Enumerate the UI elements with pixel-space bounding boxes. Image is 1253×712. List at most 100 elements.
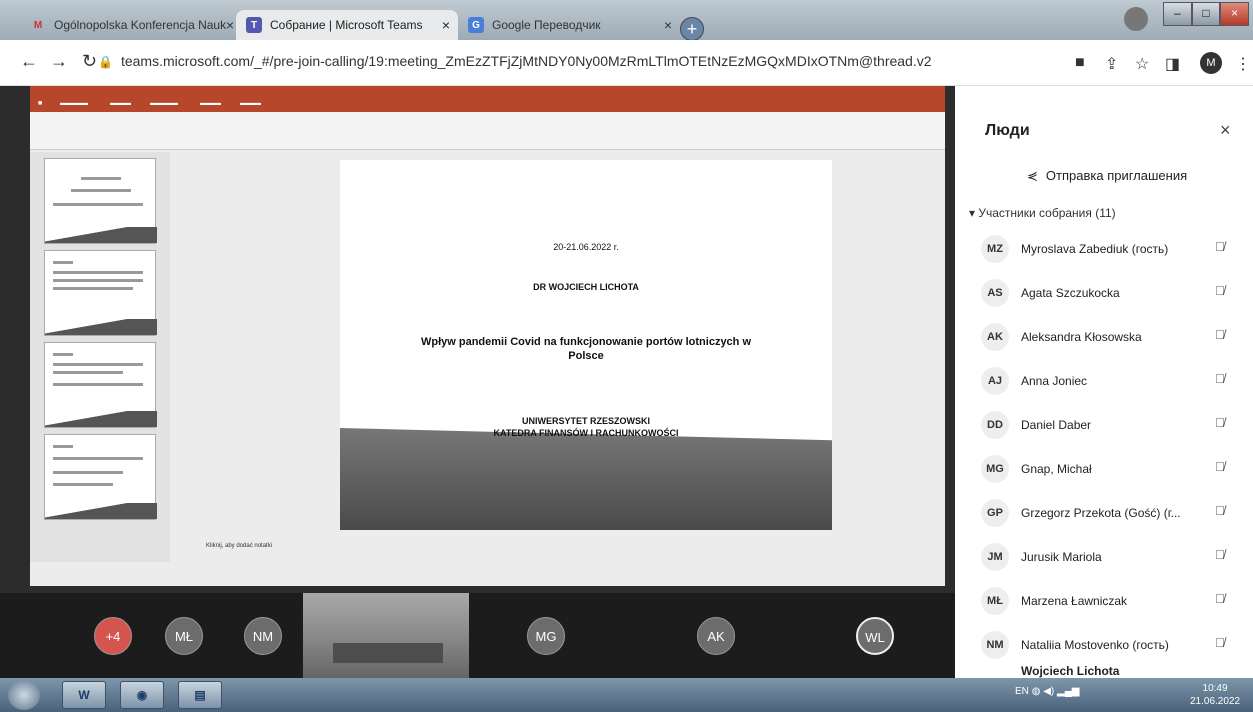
tab-label: Ogólnopolska Konferencja Nauk bbox=[54, 18, 227, 32]
menu-dots-icon[interactable]: ⋮ bbox=[1235, 54, 1251, 74]
mic-muted-icon: 🎙̸ bbox=[1215, 415, 1225, 430]
windows-taskbar: W ◉ ▤ EN ◍ ◀) ▂▄▆ 10:49 21.06.2022 bbox=[0, 678, 1253, 712]
mic-muted-icon: 🎙̸ bbox=[1215, 591, 1225, 606]
close-window-button[interactable]: × bbox=[1220, 2, 1250, 26]
participant-row[interactable]: GP Grzegorz Przekota (Gość) (г... 🎙̸ bbox=[981, 493, 1241, 533]
chrome-profile-icon[interactable] bbox=[1124, 7, 1148, 31]
forward-arrow-icon[interactable]: → bbox=[50, 51, 68, 72]
mic-muted-icon: 🎙̸ bbox=[1215, 239, 1225, 254]
gmail-icon: M bbox=[33, 19, 43, 31]
participant-avatar[interactable]: WL bbox=[856, 617, 894, 655]
slide-date: 20-21.06.2022 r. bbox=[553, 242, 619, 252]
url-field[interactable]: 🔒 teams.microsoft.com/_#/pre-join-calling… bbox=[98, 53, 932, 69]
people-panel: Люди × ⋞ Отправка приглашения ▾ Участники… bbox=[955, 86, 1253, 678]
tab-teams-meeting[interactable]: T Собрание | Microsoft Teams × bbox=[236, 10, 458, 40]
profile-avatar[interactable]: M bbox=[1200, 52, 1222, 74]
slide-university: UNIWERSYTET RZESZOWSKI bbox=[522, 416, 650, 426]
participant-name: Nataliia Mostovenko (гость) bbox=[1021, 638, 1169, 652]
lock-icon: 🔒 bbox=[98, 55, 113, 69]
url-text: teams.microsoft.com/_#/pre-join-calling/… bbox=[120, 53, 932, 69]
avatar: DD bbox=[981, 411, 1009, 439]
ribbon-tab: ▬▬▬▬ bbox=[150, 100, 178, 107]
tab-label: Собрание | Microsoft Teams bbox=[270, 18, 423, 32]
camera-icon[interactable]: ■ bbox=[1075, 54, 1085, 72]
slide-thumbnail[interactable] bbox=[44, 250, 157, 336]
clock-date: 21.06.2022 bbox=[1190, 696, 1241, 707]
shared-screen: ■ ▬▬▬▬ ▬▬▬ ▬▬▬▬ ▬▬▬ ▬▬▬ 20-21.06.2022 r.… bbox=[0, 86, 955, 593]
start-button[interactable] bbox=[8, 680, 40, 710]
mic-muted-icon: 🎙̸ bbox=[1215, 283, 1225, 298]
participant-video-tile[interactable] bbox=[303, 593, 469, 678]
reload-icon[interactable]: ↻ bbox=[82, 51, 97, 72]
participant-row[interactable]: AK Aleksandra Kłosowska 🎙̸ bbox=[981, 317, 1241, 357]
avatar: NM bbox=[981, 631, 1009, 659]
participant-row[interactable]: MZ Myroslava Zabediuk (гость) 🎙̸ bbox=[981, 229, 1241, 269]
slide-thumbnail[interactable] bbox=[44, 158, 157, 244]
slide-thumbnail[interactable] bbox=[44, 342, 157, 428]
tab-google-translate[interactable]: G Google Переводчик × bbox=[458, 10, 680, 40]
slide-thumbnail[interactable] bbox=[44, 434, 157, 520]
avatar: AS bbox=[981, 279, 1009, 307]
participant-row[interactable]: MG Gnap, Michał 🎙̸ bbox=[981, 449, 1241, 489]
participant-row[interactable]: AJ Anna Joniec 🎙̸ bbox=[981, 361, 1241, 401]
teams-icon: T bbox=[246, 17, 262, 33]
participant-row[interactable]: DD Daniel Daber 🎙̸ bbox=[981, 405, 1241, 445]
slide-title-line1: Wpływ pandemii Covid na funkcjonowanie p… bbox=[420, 336, 752, 348]
participant-name: Gnap, Michał bbox=[1021, 462, 1092, 476]
mic-muted-icon: 🎙̸ bbox=[1215, 503, 1225, 518]
participant-name: Jurusik Mariola bbox=[1021, 550, 1102, 564]
ribbon-body bbox=[30, 112, 945, 150]
invite-label: Отправка приглашения bbox=[1045, 168, 1188, 183]
close-icon[interactable]: × bbox=[442, 17, 450, 33]
participant-name: Agata Szczukocka bbox=[1021, 286, 1120, 300]
ribbon-tab: ▬▬▬ bbox=[110, 100, 131, 107]
tab-conference-mail[interactable]: M Ogólnopolska Konferencja Nauk × bbox=[20, 10, 242, 40]
ribbon-tab: ▬▬▬▬ bbox=[60, 100, 88, 107]
mic-muted-icon: 🎙̸ bbox=[1215, 371, 1225, 386]
network-icon[interactable]: ◍ bbox=[1032, 686, 1044, 697]
new-tab-button[interactable]: + bbox=[680, 17, 704, 41]
volume-icon[interactable]: ◀) bbox=[1043, 686, 1057, 697]
word-taskbar-button[interactable]: W bbox=[62, 681, 106, 709]
explorer-taskbar-button[interactable]: ▤ bbox=[178, 681, 222, 709]
participant-name: Daniel Daber bbox=[1021, 418, 1092, 432]
participant-row[interactable]: MŁ Marzena Ławniczak 🎙̸ bbox=[981, 581, 1241, 621]
close-icon[interactable]: × bbox=[226, 17, 234, 33]
participant-name: Myroslava Zabediuk (гость) bbox=[1021, 242, 1169, 256]
language-indicator[interactable]: EN bbox=[1015, 686, 1029, 697]
tab-label: Google Переводчик bbox=[492, 18, 601, 32]
mic-muted-icon: 🎙̸ bbox=[1215, 547, 1225, 562]
system-tray: EN ◍ ◀) ▂▄▆ bbox=[1015, 686, 1079, 697]
participant-avatar[interactable]: AK bbox=[697, 617, 735, 655]
participants-section-header[interactable]: ▾ Участники собрания (11) bbox=[969, 206, 1116, 220]
mic-muted-icon: 🎙̸ bbox=[1215, 327, 1225, 342]
people-panel-title: Люди bbox=[985, 122, 1030, 139]
close-icon[interactable]: × bbox=[664, 17, 672, 33]
back-arrow-icon[interactable]: ← bbox=[20, 51, 38, 72]
avatar: JM bbox=[981, 543, 1009, 571]
slide-decorative-band bbox=[340, 428, 832, 530]
chrome-taskbar-button[interactable]: ◉ bbox=[120, 681, 164, 709]
participant-avatar[interactable]: MŁ bbox=[165, 617, 203, 655]
participant-row[interactable]: NM Nataliia Mostovenko (гость) 🎙̸ bbox=[981, 625, 1241, 665]
share-icon[interactable]: ⇪ bbox=[1105, 54, 1118, 74]
more-participants-badge[interactable]: +4 bbox=[94, 617, 132, 655]
participant-avatar[interactable]: MG bbox=[527, 617, 565, 655]
signal-icon[interactable]: ▂▄▆ bbox=[1057, 686, 1079, 697]
bookmark-star-icon[interactable]: ☆ bbox=[1135, 54, 1149, 74]
browser-tab-bar: M Ogólnopolska Konferencja Nauk × T Собр… bbox=[0, 0, 1253, 41]
side-panel-icon[interactable]: ◨ bbox=[1165, 54, 1180, 74]
participant-row[interactable]: JM Jurusik Mariola 🎙̸ bbox=[981, 537, 1241, 577]
maximize-button[interactable]: □ bbox=[1191, 2, 1221, 26]
section-label: Участники собрания (11) bbox=[978, 206, 1116, 220]
avatar: AJ bbox=[981, 367, 1009, 395]
close-icon[interactable]: × bbox=[1220, 120, 1231, 141]
participant-row[interactable]: AS Agata Szczukocka 🎙̸ bbox=[981, 273, 1241, 313]
minimize-button[interactable]: – bbox=[1163, 2, 1192, 26]
share-invite-button[interactable]: ⋞ Отправка приглашения bbox=[1027, 168, 1187, 184]
avatar: MŁ bbox=[981, 587, 1009, 615]
participant-row[interactable]: Wojciech Lichota bbox=[981, 660, 1241, 678]
window-controls: – □ × bbox=[1163, 2, 1250, 26]
participant-avatar[interactable]: NM bbox=[244, 617, 282, 655]
clock[interactable]: 10:49 21.06.2022 bbox=[1190, 682, 1240, 708]
